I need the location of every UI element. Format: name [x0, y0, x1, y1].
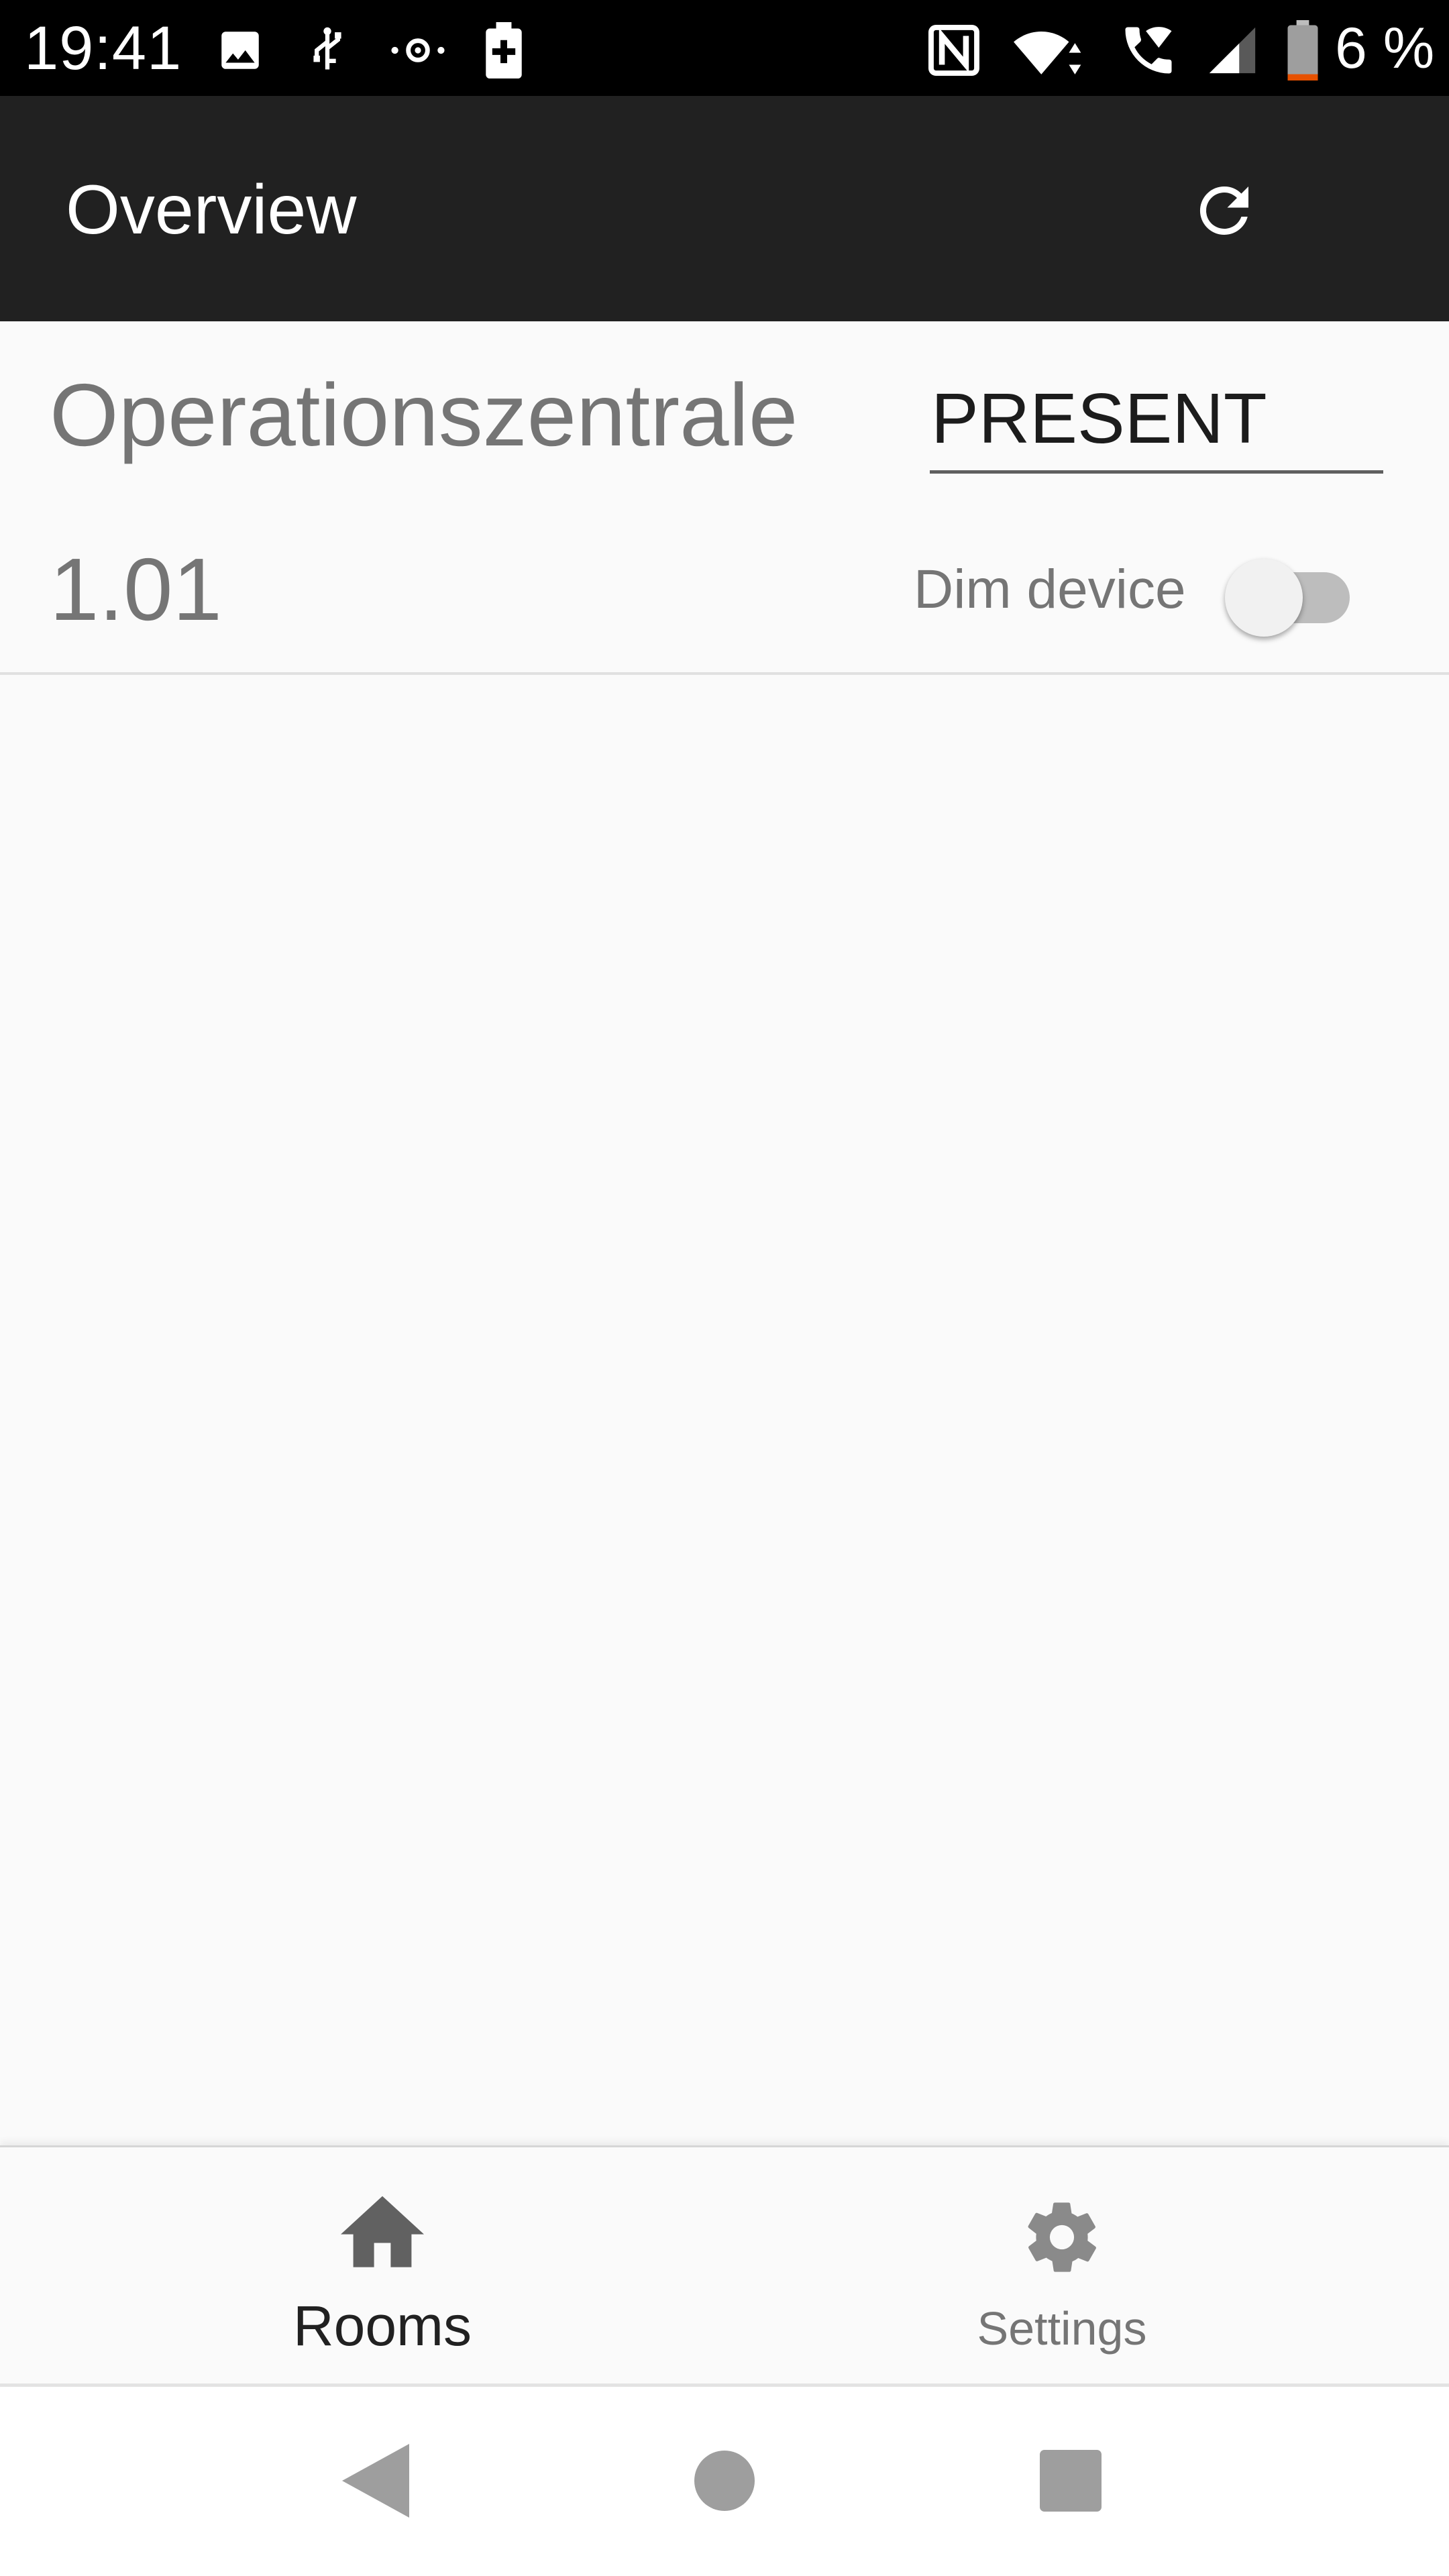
presence-value: PRESENT — [931, 379, 1267, 458]
switch-thumb — [1225, 559, 1303, 637]
nav-label-rooms: Rooms — [292, 2294, 472, 2357]
room-name: Operationszentrale — [50, 366, 798, 464]
wifi-calling-icon — [1115, 20, 1182, 80]
wifi-icon — [1012, 20, 1085, 80]
cellular-signal-icon — [1202, 20, 1263, 80]
back-button[interactable] — [322, 2427, 429, 2534]
recents-button[interactable] — [1017, 2427, 1124, 2534]
dim-device-label: Dim device — [914, 559, 1186, 620]
nav-label-settings: Settings — [977, 2302, 1147, 2355]
bottom-navigation: Rooms Settings — [0, 2145, 1449, 2385]
refresh-icon — [1199, 186, 1248, 235]
room-number: 1.01 — [50, 540, 222, 639]
app-bar: Overview — [0, 96, 1449, 321]
refresh-button[interactable] — [1164, 160, 1285, 261]
system-navigation-bar — [0, 2383, 1449, 2576]
nav-item-rooms[interactable]: Rooms — [20, 2147, 745, 2385]
image-icon — [213, 20, 267, 80]
usb-icon — [301, 20, 354, 80]
presence-dropdown[interactable]: PRESENT — [930, 362, 1383, 474]
battery-icon — [1283, 20, 1323, 80]
dim-device-switch[interactable] — [1225, 547, 1359, 637]
nfc-icon — [920, 20, 987, 80]
status-bar: 19:41 6 % — [0, 0, 1449, 96]
sync-icon — [388, 20, 448, 80]
recents-icon — [1040, 2450, 1102, 2512]
gear-icon — [700, 2196, 1424, 2279]
back-icon — [342, 2444, 409, 2518]
page-title: Overview — [66, 171, 357, 249]
status-time: 19:41 — [24, 14, 182, 83]
home-button[interactable] — [671, 2427, 778, 2534]
battery-percent: 6 % — [1335, 16, 1435, 80]
home-circle-icon — [694, 2451, 755, 2511]
app-screen: 19:41 6 % Overview Operationszentrale PR… — [0, 0, 1449, 2576]
nav-item-settings[interactable]: Settings — [700, 2147, 1424, 2385]
battery-saver-icon — [480, 20, 527, 80]
home-icon — [20, 2196, 745, 2269]
room-list-item: Operationszentrale PRESENT 1.01 Dim devi… — [0, 321, 1449, 675]
